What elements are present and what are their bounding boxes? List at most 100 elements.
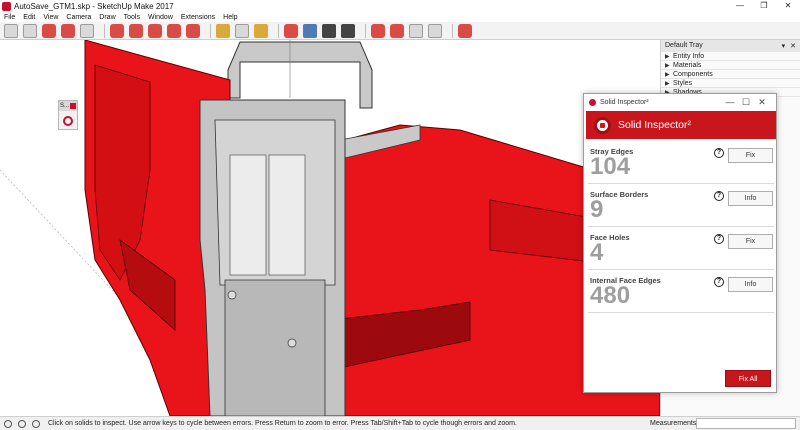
tray-item-label: Materials xyxy=(673,61,702,69)
pan-tool-icon[interactable] xyxy=(303,23,317,38)
solid-inspector-logo-icon xyxy=(589,99,596,106)
error-count: 104 xyxy=(590,153,631,180)
expand-arrow-icon: ▶ xyxy=(665,62,670,69)
solid-inspector-dialog: Solid Inspector² — ☐ ✕ Solid Inspector² … xyxy=(583,93,777,393)
menu-extensions[interactable]: Extensions xyxy=(181,14,215,21)
solid-inspector-mini-toolbar[interactable]: S... xyxy=(58,100,78,130)
push-pull-tool-icon[interactable] xyxy=(110,23,124,38)
tray-item-components[interactable]: ▶ Components xyxy=(661,70,800,79)
fix-button[interactable]: Fix xyxy=(728,234,773,249)
arc-tool-icon[interactable] xyxy=(61,23,75,38)
move-tool-icon[interactable] xyxy=(148,23,162,38)
help-icon[interactable]: ? xyxy=(714,234,724,244)
info-button[interactable]: Info xyxy=(728,277,773,292)
dialog-header-title: Solid Inspector² xyxy=(618,119,691,131)
toolbar-separator xyxy=(210,23,211,38)
menu-bar: File Edit View Camera Draw Tools Window … xyxy=(0,12,800,22)
zoom-extents-tool-icon[interactable] xyxy=(341,23,355,38)
credits-icon[interactable] xyxy=(18,419,26,428)
solid-inspector-banner-icon xyxy=(594,116,611,134)
eraser-tool-icon[interactable] xyxy=(23,23,37,38)
text-tool-icon[interactable] xyxy=(235,23,249,38)
error-row-face-holes[interactable]: Face Holes 4 ? Fix xyxy=(588,227,774,270)
error-row-internal-face-edges[interactable]: Internal Face Edges 480 ? Info xyxy=(588,270,774,313)
paint-bucket-tool-icon[interactable] xyxy=(254,23,268,38)
rotate-tool-icon[interactable] xyxy=(167,23,181,38)
menu-camera[interactable]: Camera xyxy=(66,14,91,21)
menu-file[interactable]: File xyxy=(4,14,15,21)
toolbar-separator xyxy=(365,23,366,38)
window-title: AutoSave_GTM1.skp - SketchUp Make 2017 xyxy=(14,1,174,11)
error-row-stray-edges[interactable]: Stray Edges 104 ? Fix xyxy=(588,141,774,184)
window-controls: — ❐ ✕ xyxy=(728,0,800,12)
tray-close-icon[interactable]: ✕ xyxy=(790,43,796,50)
expand-arrow-icon: ▶ xyxy=(665,71,670,78)
menu-help[interactable]: Help xyxy=(223,14,237,21)
tray-item-entity-info[interactable]: ▶ Entity Info xyxy=(661,52,800,61)
select-tool-icon[interactable] xyxy=(4,23,18,38)
dialog-close-button[interactable]: ✕ xyxy=(754,97,770,108)
solid-inspector-icon[interactable] xyxy=(458,23,472,38)
status-bar: Click on solids to inspect. Use arrow ke… xyxy=(0,416,800,430)
tray-title-bar: Default Tray ▾ ✕ xyxy=(661,40,800,52)
help-status-icon[interactable] xyxy=(32,419,40,428)
error-count: 480 xyxy=(590,282,631,309)
info-button[interactable]: Info xyxy=(728,191,773,206)
dialog-header-banner: Solid Inspector² xyxy=(586,111,776,139)
minimize-button[interactable]: — xyxy=(728,0,752,12)
extension-warehouse-icon[interactable] xyxy=(390,23,404,38)
tray-controls: ▾ ✕ xyxy=(779,42,796,50)
tray-title: Default Tray xyxy=(665,42,703,49)
tray-item-label: Entity Info xyxy=(673,52,705,60)
toolbar-separator xyxy=(104,23,105,38)
toolbar-separator xyxy=(452,23,453,38)
dialog-maximize-button[interactable]: ☐ xyxy=(738,97,754,108)
fix-button[interactable]: Fix xyxy=(728,148,773,163)
geo-location-icon[interactable] xyxy=(4,419,12,428)
tray-pin-icon[interactable]: ▾ xyxy=(782,43,786,50)
menu-window[interactable]: Window xyxy=(148,14,173,21)
mini-toolbar-body xyxy=(59,111,77,131)
tray-item-label: Components xyxy=(673,70,713,78)
measurements-input[interactable] xyxy=(696,418,796,429)
fix-all-button[interactable]: Fix All xyxy=(725,370,771,387)
help-icon[interactable]: ? xyxy=(714,191,724,201)
tray-item-materials[interactable]: ▶ Materials xyxy=(661,61,800,70)
expand-arrow-icon: ▶ xyxy=(665,53,670,60)
model-drawing xyxy=(0,40,660,416)
menu-edit[interactable]: Edit xyxy=(23,14,35,21)
layout-icon[interactable] xyxy=(409,23,423,38)
share-model-icon[interactable] xyxy=(428,23,442,38)
zoom-tool-icon[interactable] xyxy=(322,23,336,38)
scale-tool-icon[interactable] xyxy=(186,23,200,38)
shape-tool-icon[interactable] xyxy=(80,23,94,38)
close-button[interactable]: ✕ xyxy=(776,0,800,12)
bolt-right xyxy=(287,338,297,348)
maximize-button[interactable]: ❐ xyxy=(752,0,776,12)
status-message: Click on solids to inspect. Use arrow ke… xyxy=(48,420,517,427)
tray-item-styles[interactable]: ▶ Styles xyxy=(661,79,800,88)
model-viewport[interactable]: S... xyxy=(0,40,660,416)
menu-tools[interactable]: Tools xyxy=(124,14,140,21)
tape-measure-tool-icon[interactable] xyxy=(216,23,230,38)
handle-shape xyxy=(227,41,373,109)
orbit-tool-icon[interactable] xyxy=(284,23,298,38)
menu-view[interactable]: View xyxy=(43,14,58,21)
mini-toolbar-close-icon[interactable] xyxy=(70,103,76,109)
window-titlebar: AutoSave_GTM1.skp - SketchUp Make 2017 —… xyxy=(0,0,800,12)
vent-slats-left xyxy=(229,154,267,276)
bolt-top-left xyxy=(227,290,237,300)
expand-arrow-icon: ▶ xyxy=(665,80,670,87)
measurements-label: Measurements xyxy=(650,420,697,427)
menu-draw[interactable]: Draw xyxy=(99,14,115,21)
help-icon[interactable]: ? xyxy=(714,277,724,287)
warehouse-icon[interactable] xyxy=(371,23,385,38)
solid-inspector-tool-icon[interactable] xyxy=(63,116,73,126)
error-row-surface-borders[interactable]: Surface Borders 9 ? Info xyxy=(588,184,774,227)
lower-plate xyxy=(224,279,326,416)
dialog-minimize-button[interactable]: — xyxy=(722,97,738,108)
sketchup-logo-icon xyxy=(2,1,11,11)
line-tool-icon[interactable] xyxy=(42,23,56,38)
offset-tool-icon[interactable] xyxy=(129,23,143,38)
help-icon[interactable]: ? xyxy=(714,148,724,158)
